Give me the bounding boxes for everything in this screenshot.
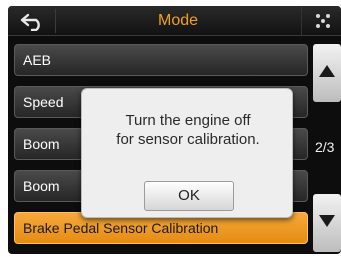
arrow-down-icon [319,215,335,227]
list-item[interactable]: AEB [14,44,308,76]
header-bar: Mode [8,6,341,36]
page-indicator: 2/3 [315,139,335,155]
grid-dots-icon [316,14,330,28]
dialog-message: Turn the engine off for sensor calibrati… [82,111,294,149]
arrow-up-icon [319,65,335,77]
ok-button[interactable]: OK [144,181,234,211]
page-down-button[interactable] [313,194,341,252]
back-button[interactable] [12,9,56,33]
calibration-dialog: Turn the engine off for sensor calibrati… [81,88,293,218]
pager: 2/3 [313,44,341,254]
dialog-message-line1: Turn the engine off [125,112,251,129]
dialog-message-line2: for sensor calibration. [116,131,260,148]
back-arrow-icon [20,13,40,31]
page-title: Mode [157,12,199,29]
device-screen: Mode AEB Speed Boom Boom Brake Pedal Sen… [8,6,341,254]
page-up-button[interactable] [313,44,341,102]
menu-button[interactable] [301,6,341,36]
